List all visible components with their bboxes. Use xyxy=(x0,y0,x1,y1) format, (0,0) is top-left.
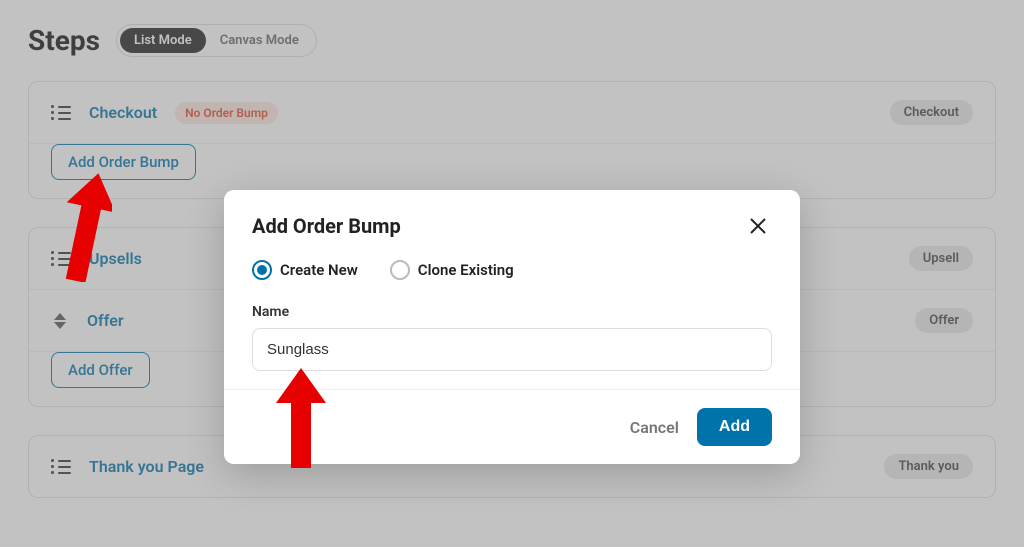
add-button[interactable]: Add xyxy=(697,408,772,446)
radio-label: Create New xyxy=(280,261,358,279)
modal-title: Add Order Bump xyxy=(252,214,744,238)
name-input[interactable] xyxy=(252,328,772,371)
close-icon[interactable] xyxy=(744,212,772,240)
modal-overlay: Add Order Bump Create New Clone Existing… xyxy=(0,0,1024,547)
add-order-bump-modal: Add Order Bump Create New Clone Existing… xyxy=(224,190,800,464)
cancel-button[interactable]: Cancel xyxy=(630,418,679,437)
create-option-group: Create New Clone Existing xyxy=(252,260,772,280)
name-field-label: Name xyxy=(252,304,772,320)
clone-existing-radio[interactable]: Clone Existing xyxy=(390,260,514,280)
create-new-radio[interactable]: Create New xyxy=(252,260,358,280)
radio-label: Clone Existing xyxy=(418,261,514,279)
